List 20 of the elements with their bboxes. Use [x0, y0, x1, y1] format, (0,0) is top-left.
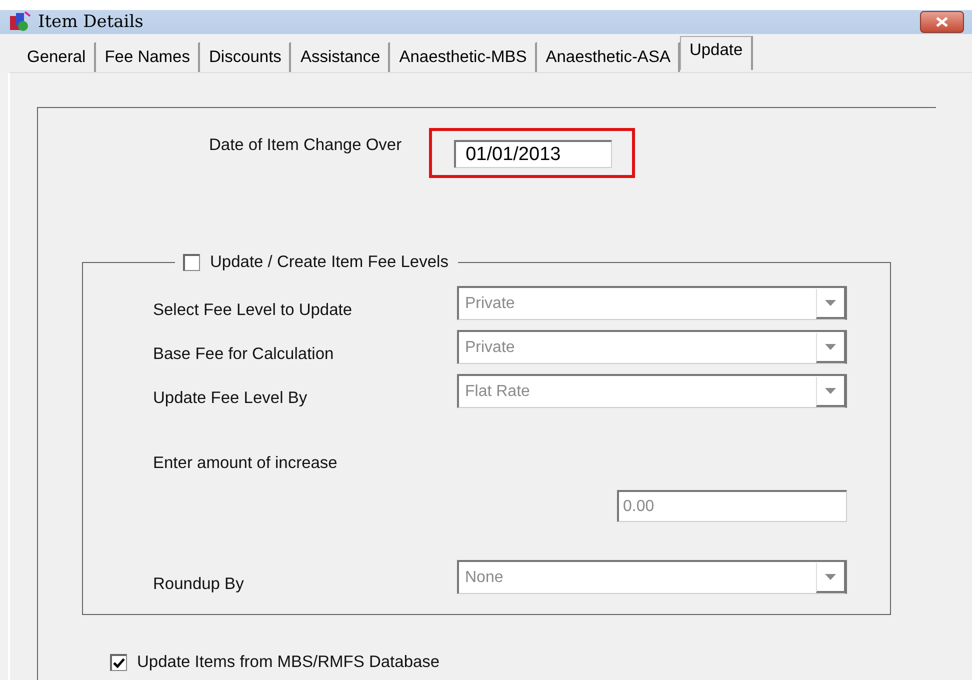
date-field[interactable]: 01/01/2013	[454, 140, 612, 168]
window-title: Item Details	[38, 12, 144, 32]
field-label: Enter amount of increase	[153, 454, 338, 473]
close-button[interactable]	[920, 11, 964, 33]
field-label: Select Fee Level to Update	[153, 301, 354, 320]
checkbox-label: Update Items from MBS/RMFS Database	[137, 653, 440, 672]
date-label: Date of Item Change Over	[209, 136, 402, 155]
checkbox-label: Update / Create Item Fee Levels	[210, 253, 448, 272]
field-label: Base Fee for Calculation	[153, 345, 335, 364]
dropdown-arrow-icon	[825, 344, 836, 350]
dropdown-arrow-icon	[825, 300, 836, 306]
tab[interactable]: Update	[680, 36, 753, 70]
checkbox[interactable]	[110, 654, 127, 671]
dropdown-arrow-icon	[825, 388, 836, 394]
app-icon	[8, 10, 32, 34]
checkbox[interactable]	[183, 254, 200, 271]
dropdown-arrow-icon	[825, 574, 836, 580]
field-label: Update Fee Level By	[153, 389, 308, 408]
field-label: Roundup By	[153, 575, 245, 594]
close-icon	[936, 17, 948, 27]
